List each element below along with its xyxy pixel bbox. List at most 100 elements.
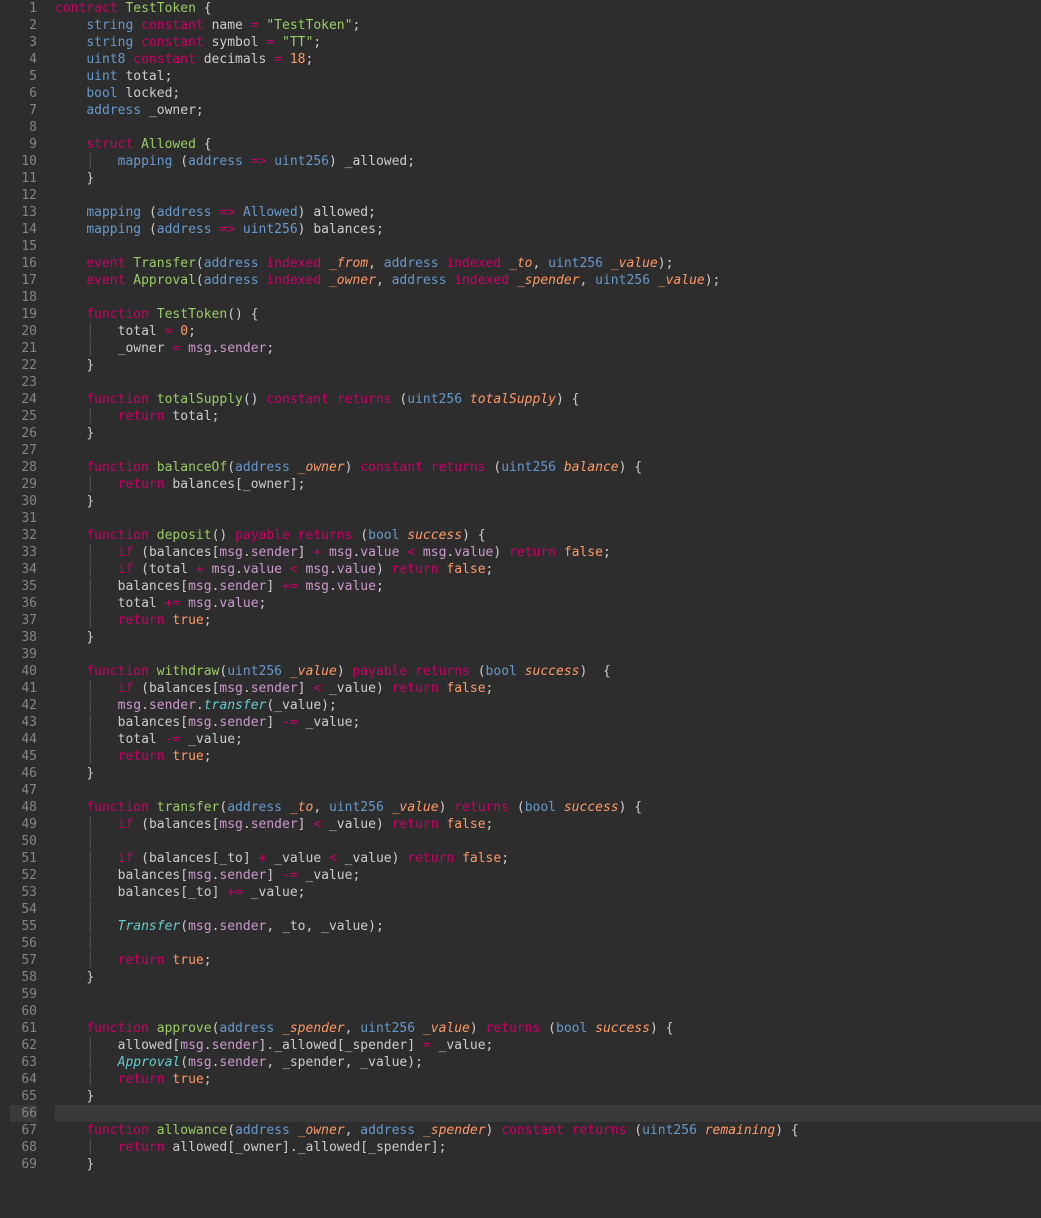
code-line[interactable]: string constant symbol = "TT"; <box>55 34 1041 51</box>
line-number: 49 <box>10 816 37 833</box>
code-line[interactable]: │ if (balances[msg.sender] + msg.value <… <box>55 544 1041 561</box>
line-number: 59 <box>10 986 37 1003</box>
line-number: 20 <box>10 323 37 340</box>
line-number: 44 <box>10 731 37 748</box>
code-line[interactable]: function TestToken() { <box>55 306 1041 323</box>
code-line[interactable]: │ return total; <box>55 408 1041 425</box>
code-line[interactable]: │ _owner = msg.sender; <box>55 340 1041 357</box>
code-line[interactable]: │ return balances[_owner]; <box>55 476 1041 493</box>
code-line[interactable]: bool locked; <box>55 85 1041 102</box>
code-line[interactable]: │ <box>55 901 1041 918</box>
line-number: 38 <box>10 629 37 646</box>
code-line[interactable]: struct Allowed { <box>55 136 1041 153</box>
line-number: 36 <box>10 595 37 612</box>
line-number: 23 <box>10 374 37 391</box>
code-line[interactable]: } <box>55 170 1041 187</box>
code-line[interactable]: } <box>55 1088 1041 1105</box>
code-line[interactable]: string constant name = "TestToken"; <box>55 17 1041 34</box>
code-line[interactable] <box>55 782 1041 799</box>
code-line[interactable] <box>55 374 1041 391</box>
code-line[interactable] <box>55 238 1041 255</box>
line-number: 5 <box>10 68 37 85</box>
code-editor-area[interactable]: contract TestToken { string constant nam… <box>55 0 1041 1173</box>
code-line[interactable]: │ msg.sender.transfer(_value); <box>55 697 1041 714</box>
code-line[interactable]: function balanceOf(address _owner) const… <box>55 459 1041 476</box>
code-line[interactable]: │ <box>55 935 1041 952</box>
line-number: 51 <box>10 850 37 867</box>
code-line[interactable]: event Approval(address indexed _owner, a… <box>55 272 1041 289</box>
code-line[interactable]: │ return true; <box>55 748 1041 765</box>
code-line[interactable]: function withdraw(uint256 _value) payabl… <box>55 663 1041 680</box>
code-line[interactable] <box>55 986 1041 1003</box>
line-number: 2 <box>10 17 37 34</box>
code-line[interactable]: function transfer(address _to, uint256 _… <box>55 799 1041 816</box>
code-line[interactable]: │ if (total + msg.value < msg.value) ret… <box>55 561 1041 578</box>
code-line[interactable]: } <box>55 357 1041 374</box>
line-number: 19 <box>10 306 37 323</box>
line-number: 39 <box>10 646 37 663</box>
line-number: 6 <box>10 85 37 102</box>
code-line[interactable] <box>55 119 1041 136</box>
code-line[interactable]: │ if (balances[msg.sender] < _value) ret… <box>55 816 1041 833</box>
line-number: 43 <box>10 714 37 731</box>
code-line[interactable]: uint total; <box>55 68 1041 85</box>
code-line[interactable]: │ return allowed[_owner]._allowed[_spend… <box>55 1139 1041 1156</box>
line-number: 22 <box>10 357 37 374</box>
code-line[interactable] <box>55 646 1041 663</box>
code-line[interactable]: │ if (balances[msg.sender] < _value) ret… <box>55 680 1041 697</box>
code-line[interactable]: │ Transfer(msg.sender, _to, _value); <box>55 918 1041 935</box>
line-number: 4 <box>10 51 37 68</box>
code-line[interactable]: } <box>55 765 1041 782</box>
code-line[interactable]: │ total -= _value; <box>55 731 1041 748</box>
code-line[interactable]: │ return true; <box>55 952 1041 969</box>
code-line[interactable]: │ total += msg.value; <box>55 595 1041 612</box>
line-number: 7 <box>10 102 37 119</box>
line-number: 67 <box>10 1122 37 1139</box>
code-line[interactable] <box>55 1105 1041 1122</box>
code-line[interactable]: function totalSupply() constant returns … <box>55 391 1041 408</box>
code-line[interactable]: │ if (balances[_to] + _value < _value) r… <box>55 850 1041 867</box>
code-line[interactable]: │ allowed[msg.sender]._allowed[_spender]… <box>55 1037 1041 1054</box>
code-line[interactable] <box>55 1003 1041 1020</box>
code-line[interactable]: } <box>55 425 1041 442</box>
code-line[interactable]: } <box>55 493 1041 510</box>
code-line[interactable]: │ Approval(msg.sender, _spender, _value)… <box>55 1054 1041 1071</box>
code-line[interactable]: mapping (address => uint256) balances; <box>55 221 1041 238</box>
line-number: 21 <box>10 340 37 357</box>
code-line[interactable]: function deposit() payable returns (bool… <box>55 527 1041 544</box>
code-line[interactable]: uint8 constant decimals = 18; <box>55 51 1041 68</box>
code-line[interactable]: │ return true; <box>55 612 1041 629</box>
code-line[interactable]: │ balances[_to] += _value; <box>55 884 1041 901</box>
code-line[interactable] <box>55 187 1041 204</box>
code-line[interactable]: │ balances[msg.sender] += msg.value; <box>55 578 1041 595</box>
code-line[interactable]: contract TestToken { <box>55 0 1041 17</box>
line-number: 18 <box>10 289 37 306</box>
line-number: 8 <box>10 119 37 136</box>
line-number: 63 <box>10 1054 37 1071</box>
code-line[interactable]: } <box>55 1156 1041 1173</box>
code-line[interactable]: } <box>55 629 1041 646</box>
code-line[interactable] <box>55 289 1041 306</box>
code-line[interactable] <box>55 442 1041 459</box>
code-line[interactable]: │ balances[msg.sender] -= _value; <box>55 867 1041 884</box>
line-number: 37 <box>10 612 37 629</box>
line-number: 61 <box>10 1020 37 1037</box>
line-number: 10 <box>10 153 37 170</box>
code-line[interactable]: │ <box>55 833 1041 850</box>
code-line[interactable]: mapping (address => Allowed) allowed; <box>55 204 1041 221</box>
code-line[interactable]: │ return true; <box>55 1071 1041 1088</box>
line-number: 42 <box>10 697 37 714</box>
code-line[interactable]: │ mapping (address => uint256) _allowed; <box>55 153 1041 170</box>
line-number: 47 <box>10 782 37 799</box>
code-line[interactable]: │ total = 0; <box>55 323 1041 340</box>
line-number: 68 <box>10 1139 37 1156</box>
line-number: 3 <box>10 34 37 51</box>
code-line[interactable]: event Transfer(address indexed _from, ad… <box>55 255 1041 272</box>
code-line[interactable]: │ balances[msg.sender] -= _value; <box>55 714 1041 731</box>
code-line[interactable]: address _owner; <box>55 102 1041 119</box>
code-line[interactable]: function approve(address _spender, uint2… <box>55 1020 1041 1037</box>
line-number-gutter: 1234567891011121314151617181920212223242… <box>0 0 55 1173</box>
code-line[interactable]: function allowance(address _owner, addre… <box>55 1122 1041 1139</box>
code-line[interactable] <box>55 510 1041 527</box>
code-line[interactable]: } <box>55 969 1041 986</box>
